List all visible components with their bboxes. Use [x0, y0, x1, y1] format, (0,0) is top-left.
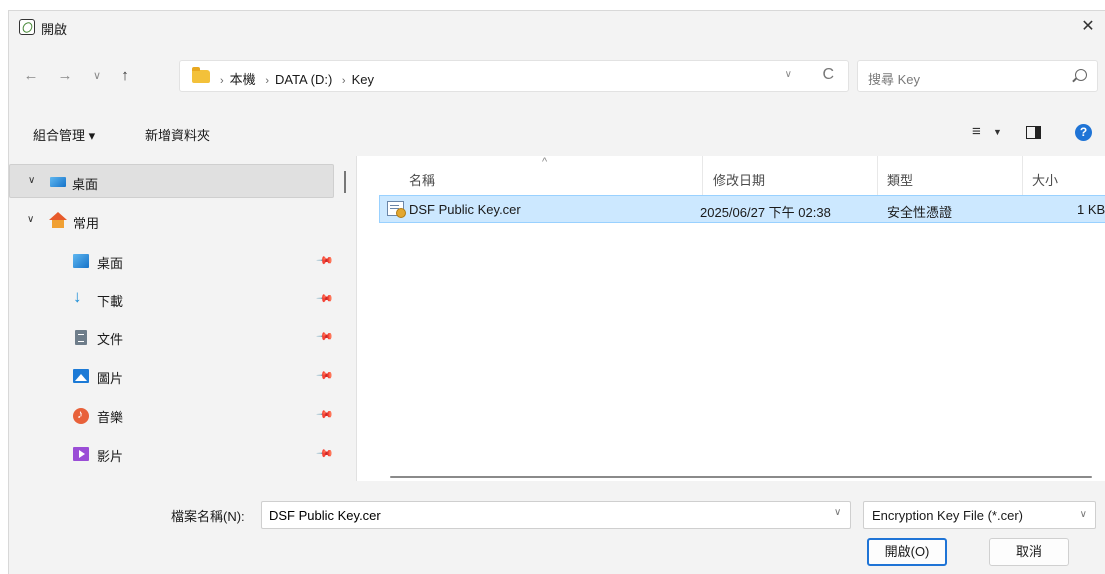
sidebar-item-label: 常用 [73, 216, 100, 231]
column-header-type[interactable]: 類型 [887, 170, 913, 189]
column-header-name[interactable]: 名稱 [409, 170, 435, 189]
address-dropdown-icon[interactable]: ∨ [785, 69, 792, 80]
music-icon [73, 407, 89, 424]
sidebar-item-label: 音樂 [97, 410, 124, 425]
file-type-select[interactable]: Encryption Key File (*.cer) ∨ [863, 501, 1096, 529]
sidebar-item-pictures[interactable]: 圖片 📌 [9, 359, 334, 393]
sidebar-item-label: 下載 [97, 294, 124, 309]
forward-arrow-icon[interactable]: → [55, 66, 75, 86]
file-modified: 2025/06/27 下午 02:38 [700, 205, 831, 220]
column-divider[interactable] [1022, 156, 1023, 196]
new-folder-button[interactable]: 新增資料夾 [145, 125, 210, 144]
breadcrumb-separator: › [265, 75, 269, 87]
close-button[interactable]: ✕ [1075, 15, 1101, 39]
title-bar: 開啟 ✕ [9, 11, 1105, 41]
search-input[interactable]: 搜尋 Key [868, 69, 920, 88]
sidebar-item-downloads[interactable]: ↓ 下載 📌 [9, 282, 334, 316]
open-button[interactable]: 開啟(O) [867, 538, 947, 566]
breadcrumb-separator: › [220, 75, 224, 87]
sidebar-item-videos[interactable]: 影片 📌 [9, 437, 334, 471]
help-icon[interactable]: ? [1075, 124, 1092, 141]
pin-icon: 📌 [315, 327, 334, 346]
sidebar-item-label: 桌面 [72, 177, 99, 192]
sidebar-item-desktop[interactable]: 桌面 📌 [9, 244, 334, 278]
column-header-size[interactable]: 大小 [1032, 170, 1058, 189]
sidebar-item-label: 文件 [97, 332, 124, 347]
breadcrumb-key[interactable]: Key [352, 72, 374, 87]
sort-ascending-icon: ^ [542, 156, 548, 168]
horizontal-scrollbar[interactable] [390, 476, 1092, 478]
desktop-icon [50, 177, 66, 187]
pane-splitter-handle[interactable] [344, 171, 346, 193]
picture-icon [73, 369, 89, 383]
folder-icon [192, 67, 210, 83]
file-size: 1 KB [1077, 202, 1105, 217]
view-dropdown-icon[interactable]: ▼ [993, 127, 1002, 137]
chevron-down-icon[interactable]: ∨ [28, 175, 35, 186]
refresh-icon[interactable]: C [822, 66, 834, 84]
sidebar-item-documents[interactable]: 文件 📌 [9, 320, 334, 354]
column-divider[interactable] [877, 156, 878, 196]
breadcrumb-separator: › [341, 75, 346, 87]
navigation-pane: ∨ 桌面 ∨ 常用 桌面 📌 ↓ 下載 📌 文件 📌 圖片 📌 ♪ 音樂 📌 影… [9, 156, 339, 481]
sidebar-item-label: 影片 [97, 449, 124, 464]
filename-dropdown-icon[interactable]: ∨ [834, 507, 841, 518]
pin-icon: 📌 [315, 251, 334, 270]
certificate-file-icon [387, 201, 406, 218]
column-divider[interactable] [702, 156, 703, 196]
column-header-modified[interactable]: 修改日期 [713, 170, 765, 189]
pin-icon: 📌 [315, 444, 334, 463]
organize-menu-button[interactable]: 組合管理 ▾ [33, 125, 95, 144]
sidebar-item-desktop-root[interactable]: ∨ 桌面 [9, 164, 334, 198]
filename-input[interactable] [261, 501, 851, 529]
command-bar: 組合管理 ▾ 新增資料夾 ≡ ▼ ? [9, 121, 1105, 151]
preview-pane-icon[interactable] [1026, 126, 1041, 139]
filename-label: 檔案名稱(N): [171, 509, 245, 524]
desktop-icon [73, 254, 89, 268]
video-icon [73, 447, 89, 461]
dialog-footer: 檔案名稱(N): ∨ Encryption Key File (*.cer) ∨… [9, 481, 1105, 574]
recent-locations-chevron-icon[interactable]: ∨ [87, 66, 107, 86]
table-row[interactable]: DSF Public Key.cer 2025/06/27 下午 02:38 安… [379, 195, 1105, 223]
open-file-dialog: 開啟 ✕ ← → ∨ ↑ › 本機 › DATA (D:) › Key ∨ C 搜尋 … [8, 10, 1105, 574]
home-icon [49, 212, 67, 228]
search-icon[interactable] [1075, 69, 1087, 81]
sidebar-item-label: 圖片 [97, 371, 124, 386]
pin-icon: 📌 [315, 405, 334, 424]
download-icon: ↓ [73, 287, 82, 306]
file-name: DSF Public Key.cer [409, 202, 521, 217]
chevron-down-icon[interactable]: ∨ [27, 214, 34, 225]
view-options-icon[interactable]: ≡ [972, 123, 981, 140]
dialog-app-icon [19, 19, 35, 35]
breadcrumb-data-drive[interactable]: DATA (D:) [275, 72, 332, 87]
file-type-value: Encryption Key File (*.cer) [872, 508, 1023, 523]
file-list: ^ 名稱 修改日期 類型 大小 DSF Public Key.cer 2025/… [357, 156, 1105, 481]
pin-icon: 📌 [315, 366, 334, 385]
back-arrow-icon[interactable]: ← [21, 66, 41, 86]
breadcrumb: › 本機 › DATA (D:) › Key [214, 69, 374, 88]
document-icon [75, 330, 87, 345]
sidebar-item-label: 桌面 [97, 256, 124, 271]
file-type: 安全性憑證 [887, 205, 953, 220]
address-bar[interactable]: › 本機 › DATA (D:) › Key ∨ C [179, 60, 849, 92]
dialog-title: 開啟 [41, 22, 68, 37]
navigation-bar: ← → ∨ ↑ › 本機 › DATA (D:) › Key ∨ C 搜尋 Key [9, 56, 1105, 96]
sidebar-item-quick-access[interactable]: ∨ 常用 [9, 204, 334, 238]
pin-icon: 📌 [315, 289, 334, 308]
up-arrow-icon[interactable]: ↑ [115, 66, 135, 86]
chevron-down-icon[interactable]: ∨ [1080, 509, 1087, 520]
sidebar-item-music[interactable]: 音樂 📌 [9, 398, 334, 432]
cancel-button[interactable]: 取消 [989, 538, 1069, 566]
search-box[interactable]: 搜尋 Key [857, 60, 1098, 92]
breadcrumb-this-pc[interactable]: 本機 [230, 72, 256, 87]
